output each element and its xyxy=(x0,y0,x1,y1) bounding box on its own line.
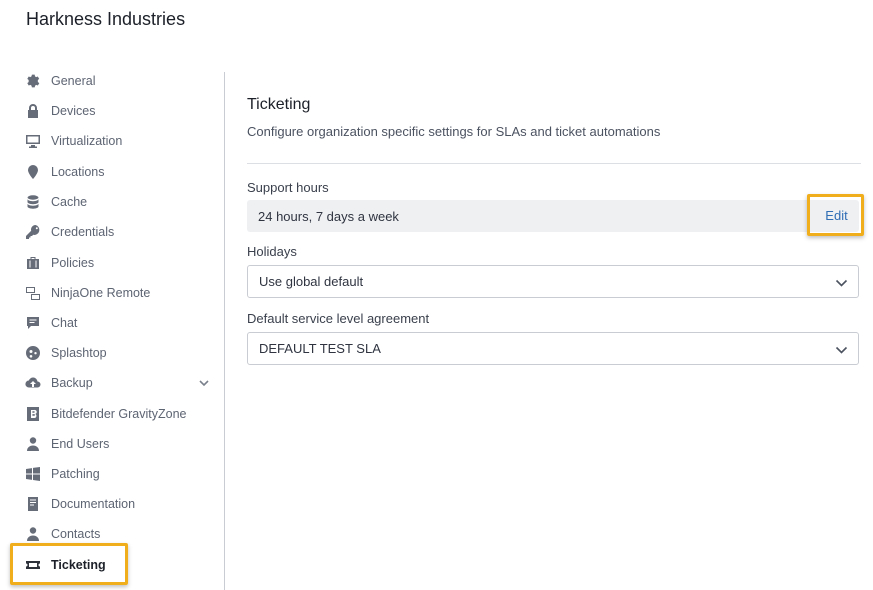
sidebar-item-bitdefender-gravityzone[interactable]: Bitdefender GravityZone xyxy=(24,402,216,426)
map-pin-icon xyxy=(24,163,42,181)
sidebar-item-label: Cache xyxy=(51,195,88,209)
section-description: Configure organization specific settings… xyxy=(247,124,661,139)
ticket-icon xyxy=(24,556,42,574)
holidays-selected-value: Use global default xyxy=(259,274,364,289)
chevron-down-icon[interactable] xyxy=(198,377,210,389)
splashtop-icon xyxy=(24,344,42,362)
sidebar-item-label: Documentation xyxy=(51,497,136,511)
organization-title: Harkness Industries xyxy=(26,9,186,29)
sidebar-item-ticketing[interactable]: Ticketing xyxy=(24,553,216,577)
sidebar-item-label: Chat xyxy=(51,316,78,330)
sidebar-divider xyxy=(224,72,225,590)
sidebar-item-label: NinjaOne Remote xyxy=(51,286,151,300)
briefcase-icon xyxy=(24,254,42,272)
sla-select[interactable]: DEFAULT TEST SLA xyxy=(247,332,859,365)
user-icon xyxy=(24,435,42,453)
holidays-select[interactable]: Use global default xyxy=(247,265,859,298)
chat-icon xyxy=(24,314,42,332)
sidebar-item-label: Ticketing xyxy=(51,558,106,572)
sidebar-item-backup[interactable]: Backup xyxy=(24,371,216,395)
holidays-label: Holidays xyxy=(247,244,297,259)
sidebar-item-splashtop[interactable]: Splashtop xyxy=(24,341,216,365)
sidebar-item-general[interactable]: General xyxy=(24,69,216,93)
sidebar-item-ninjaone-remote[interactable]: NinjaOne Remote xyxy=(24,281,216,305)
support-hours-value: 24 hours, 7 days a week xyxy=(258,208,399,224)
sidebar-item-end-users[interactable]: End Users xyxy=(24,432,216,456)
sidebar-item-policies[interactable]: Policies xyxy=(24,251,216,275)
remote-desktop-icon xyxy=(24,284,42,302)
sidebar-item-label: End Users xyxy=(51,437,110,451)
sidebar-item-label: Bitdefender GravityZone xyxy=(51,407,187,421)
sidebar-item-virtualization[interactable]: Virtualization xyxy=(24,129,216,153)
ticketing-section: Ticketing Configure organization specifi… xyxy=(247,96,861,139)
support-hours-label: Support hours xyxy=(247,180,329,195)
sidebar-item-credentials[interactable]: Credentials xyxy=(24,220,216,244)
sidebar-item-locations[interactable]: Locations xyxy=(24,160,216,184)
monitor-icon xyxy=(24,132,42,150)
sidebar-item-label: Locations xyxy=(51,165,105,179)
sidebar-item-label: Backup xyxy=(51,376,93,390)
sidebar-item-devices[interactable]: Devices xyxy=(24,99,216,123)
sidebar-item-label: General xyxy=(51,74,96,88)
chevron-down-icon xyxy=(835,276,848,289)
sidebar-item-documentation[interactable]: Documentation xyxy=(24,492,216,516)
sidebar-item-label: Splashtop xyxy=(51,346,107,360)
windows-icon xyxy=(24,465,42,483)
sidebar-item-chat[interactable]: Chat xyxy=(24,311,216,335)
sidebar-item-patching[interactable]: Patching xyxy=(24,462,216,486)
sidebar-item-label: Virtualization xyxy=(51,134,123,148)
chevron-down-icon xyxy=(835,343,848,356)
contact-icon xyxy=(24,525,42,543)
edit-support-hours-button[interactable]: Edit xyxy=(809,195,864,235)
sidebar-item-label: Patching xyxy=(51,467,100,481)
cloud-upload-icon xyxy=(24,374,42,392)
sidebar-item-label: Credentials xyxy=(51,225,115,239)
sla-label: Default service level agreement xyxy=(247,311,430,326)
sidebar-item-label: Policies xyxy=(51,256,95,270)
sidebar-item-label: Devices xyxy=(51,104,96,118)
section-divider xyxy=(247,163,861,164)
gear-icon xyxy=(24,72,42,90)
sidebar-item-label: Contacts xyxy=(51,527,101,541)
sla-selected-value: DEFAULT TEST SLA xyxy=(259,341,381,356)
sidebar-item-cache[interactable]: Cache xyxy=(24,190,216,214)
bitdefender-icon xyxy=(24,405,42,423)
lock-icon xyxy=(24,102,42,120)
support-hours-value-box: 24 hours, 7 days a week xyxy=(247,200,859,232)
database-icon xyxy=(24,193,42,211)
book-icon xyxy=(24,495,42,513)
section-title: Ticketing xyxy=(247,96,311,113)
key-icon xyxy=(24,223,42,241)
